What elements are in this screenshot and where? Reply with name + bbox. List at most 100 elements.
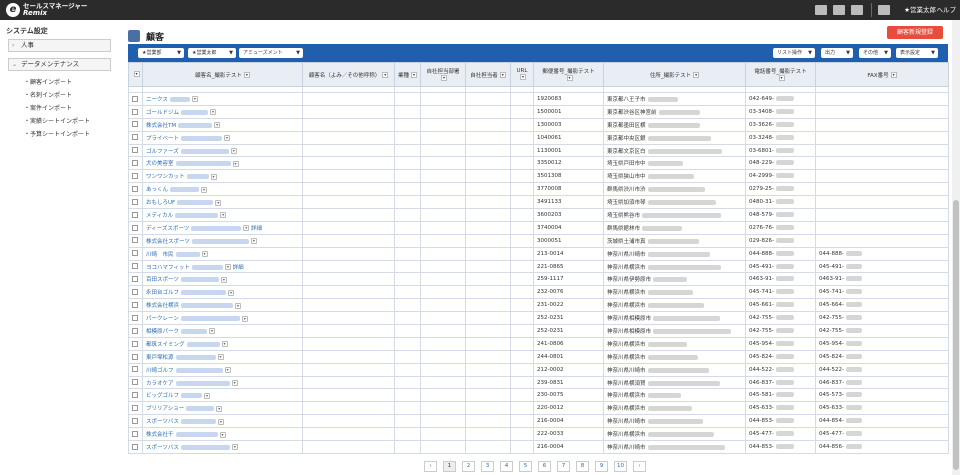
app-logo[interactable]: e セールスマネージャー Remix: [6, 2, 87, 18]
row-menu-icon[interactable]: ▾: [232, 160, 239, 167]
table-row[interactable]: ゴールドジム ▾ 1500001 東京都渋谷区神宮前 03-3408-: [128, 104, 949, 119]
next-page-button[interactable]: ›: [633, 461, 646, 472]
table-row[interactable]: ワンワンカット ▾ 3501308 埼玉県狭山市中 04-2999-: [128, 169, 949, 184]
customer-name-link[interactable]: 株式会社横浜: [146, 303, 179, 309]
row-checkbox[interactable]: [132, 173, 138, 180]
row-menu-icon[interactable]: ▾: [243, 225, 250, 232]
row-menu-icon[interactable]: ▾: [214, 122, 221, 129]
column-header[interactable]: FAX番号 ▾: [815, 62, 949, 87]
row-checkbox[interactable]: [132, 121, 138, 128]
export-button[interactable]: 出力 ▼: [821, 48, 853, 58]
row-checkbox[interactable]: [132, 314, 138, 321]
other-button[interactable]: その他 ▼: [859, 48, 891, 58]
table-row[interactable]: ビッグゴルフ ▾ 230-0075 神奈川県横浜市 045-581- 045-573-: [128, 388, 949, 403]
row-menu-icon[interactable]: ▾: [221, 341, 228, 348]
row-menu-icon[interactable]: ▾: [215, 199, 222, 206]
row-checkbox[interactable]: [132, 211, 138, 218]
column-header[interactable]: 顧客名（よみ／その他呼称） ▾: [302, 62, 395, 87]
customer-name-link[interactable]: あっくん: [146, 187, 168, 193]
detail-link[interactable]: 詳細: [251, 226, 262, 232]
row-checkbox[interactable]: [132, 366, 138, 373]
row-checkbox[interactable]: [132, 443, 138, 450]
row-checkbox[interactable]: [132, 108, 138, 115]
row-menu-icon[interactable]: ▾: [241, 315, 248, 322]
row-checkbox[interactable]: [132, 198, 138, 205]
customer-name-link[interactable]: 川崎ゴルフ: [146, 368, 174, 374]
page-scrollbar[interactable]: [952, 20, 960, 475]
row-menu-icon[interactable]: ▾: [220, 276, 227, 283]
table-row[interactable]: 犬の美容室 ▾ 3350012 埼玉県戸田市中 048-229-: [128, 156, 949, 171]
row-checkbox[interactable]: [132, 327, 138, 334]
customer-name-link[interactable]: 東戸塚松源: [146, 355, 174, 361]
row-menu-icon[interactable]: ▾: [216, 405, 223, 412]
row-menu-icon[interactable]: ▾: [217, 418, 224, 425]
customer-name-link[interactable]: 永田台ゴルフ: [146, 290, 179, 296]
row-checkbox[interactable]: [132, 392, 138, 399]
row-menu-icon[interactable]: ▾: [191, 96, 198, 103]
customer-name-link[interactable]: 株式会社TM: [146, 123, 176, 129]
row-menu-icon[interactable]: ▾: [230, 148, 237, 154]
table-row[interactable]: プライベート ▾ 1040061 東京都中央区銀 03-3248-: [128, 130, 949, 145]
row-checkbox[interactable]: [132, 237, 138, 244]
row-menu-icon[interactable]: ▾: [219, 431, 226, 438]
display-settings-button[interactable]: 表示設定 ▼: [896, 48, 938, 58]
row-menu-icon[interactable]: ▾: [228, 289, 235, 296]
row-checkbox[interactable]: [132, 379, 138, 386]
user-name[interactable]: ★営業太郎: [904, 0, 936, 20]
row-menu-icon[interactable]: ▾: [224, 367, 231, 374]
customer-name-link[interactable]: カラオケア: [146, 381, 174, 387]
table-row[interactable]: ニークス ▾ 1920083 東京都八王子市 042-649-: [128, 92, 949, 106]
table-row[interactable]: 東戸塚松源 ▾ 244-0801 神奈川県横浜市 045-824- 045-824-: [128, 349, 949, 364]
table-row[interactable]: スポーツバス ▾ 216-0004 神奈川県川崎市 044-853- 044-854-: [128, 414, 949, 429]
table-row[interactable]: あっくん ▾ 3770008 群馬県渋川市渋 0279-25-: [128, 182, 949, 197]
page-number-8[interactable]: 8: [576, 461, 589, 472]
customer-name-link[interactable]: ゴールドジム: [146, 110, 179, 116]
page-number-1[interactable]: 1: [443, 461, 456, 472]
customer-name-link[interactable]: 都筑スイミング: [146, 342, 185, 348]
table-row[interactable]: カラオケア ▾ 239-0831 神奈川県横須賀 046-837- 046-837-: [128, 375, 949, 390]
customer-name-link[interactable]: おもしろUF: [146, 200, 175, 206]
row-menu-icon[interactable]: ▾: [209, 328, 216, 335]
select-all-header[interactable]: ▾: [128, 62, 143, 87]
page-number-10[interactable]: 10: [614, 461, 627, 472]
row-checkbox[interactable]: [132, 289, 138, 296]
column-header[interactable]: 顧客名_撮影テスト ▾: [142, 62, 303, 87]
row-checkbox[interactable]: [132, 134, 138, 141]
page-number-4[interactable]: 4: [500, 461, 513, 472]
customer-name-link[interactable]: ディーズスポーツ: [146, 226, 189, 232]
customer-name-link[interactable]: 相模原パーク: [146, 329, 179, 335]
mail-icon[interactable]: [833, 5, 845, 15]
table-row[interactable]: 百田スポーツ ▾ 259-1117 神奈川県伊勢原市 0463-91- 0463-91-: [128, 272, 949, 287]
customer-name-link[interactable]: 犬の美容室: [146, 161, 174, 167]
row-checkbox[interactable]: [132, 417, 138, 424]
customer-name-link[interactable]: 株式会社スポーツ: [146, 239, 190, 245]
page-number-5[interactable]: 5: [519, 461, 532, 472]
row-checkbox[interactable]: [132, 353, 138, 360]
customer-name-link[interactable]: スポーツバス: [146, 445, 179, 451]
customer-name-link[interactable]: スポーツバス: [146, 419, 179, 425]
row-menu-icon[interactable]: ▾: [224, 135, 231, 142]
table-row[interactable]: 株式会社横浜 ▾ 231-0022 神奈川県横浜市 045-661- 045-664-: [128, 298, 949, 313]
row-checkbox[interactable]: [132, 160, 138, 167]
table-row[interactable]: 株式会社TM ▾ 1300003 東京都墨田区横 03-3626-: [128, 117, 949, 132]
table-row[interactable]: 相模原パーク ▾ 252-0231 神奈川県相模原市 042-755- 042-755-: [128, 324, 949, 338]
customer-name-link[interactable]: ゴルファーズ: [146, 149, 179, 155]
row-menu-icon[interactable]: ▾: [201, 251, 208, 258]
page-number-9[interactable]: 9: [595, 461, 608, 472]
sidebar-item-deal-import[interactable]: ・案件インポート: [24, 103, 72, 112]
customer-name-link[interactable]: メディカル: [146, 213, 173, 219]
sidebar-item-card-import[interactable]: ・名刺インポート: [24, 90, 72, 99]
row-checkbox[interactable]: [132, 276, 138, 283]
row-menu-icon[interactable]: ▾: [220, 212, 227, 219]
row-menu-icon[interactable]: ▾: [210, 173, 217, 180]
customer-name-link[interactable]: パークレーン: [146, 316, 179, 322]
column-header[interactable]: 自社担当部署▾: [420, 62, 466, 87]
table-row[interactable]: ヨコハマフィット ▾ 詳細 221-0865 神奈川県横浜市 045-491- 045-4…: [128, 259, 949, 274]
help-link[interactable]: ヘルプ: [937, 0, 957, 20]
table-row[interactable]: 株式会社スポーツ ▾ 3000051 茨城県土浦市真 029-826-: [128, 233, 949, 248]
row-checkbox[interactable]: [132, 95, 138, 102]
scrollbar-thumb[interactable]: [953, 200, 959, 470]
row-menu-icon[interactable]: ▾: [224, 264, 231, 271]
column-header[interactable]: 自社担当者 ▾: [465, 62, 511, 87]
row-checkbox[interactable]: [132, 263, 138, 270]
